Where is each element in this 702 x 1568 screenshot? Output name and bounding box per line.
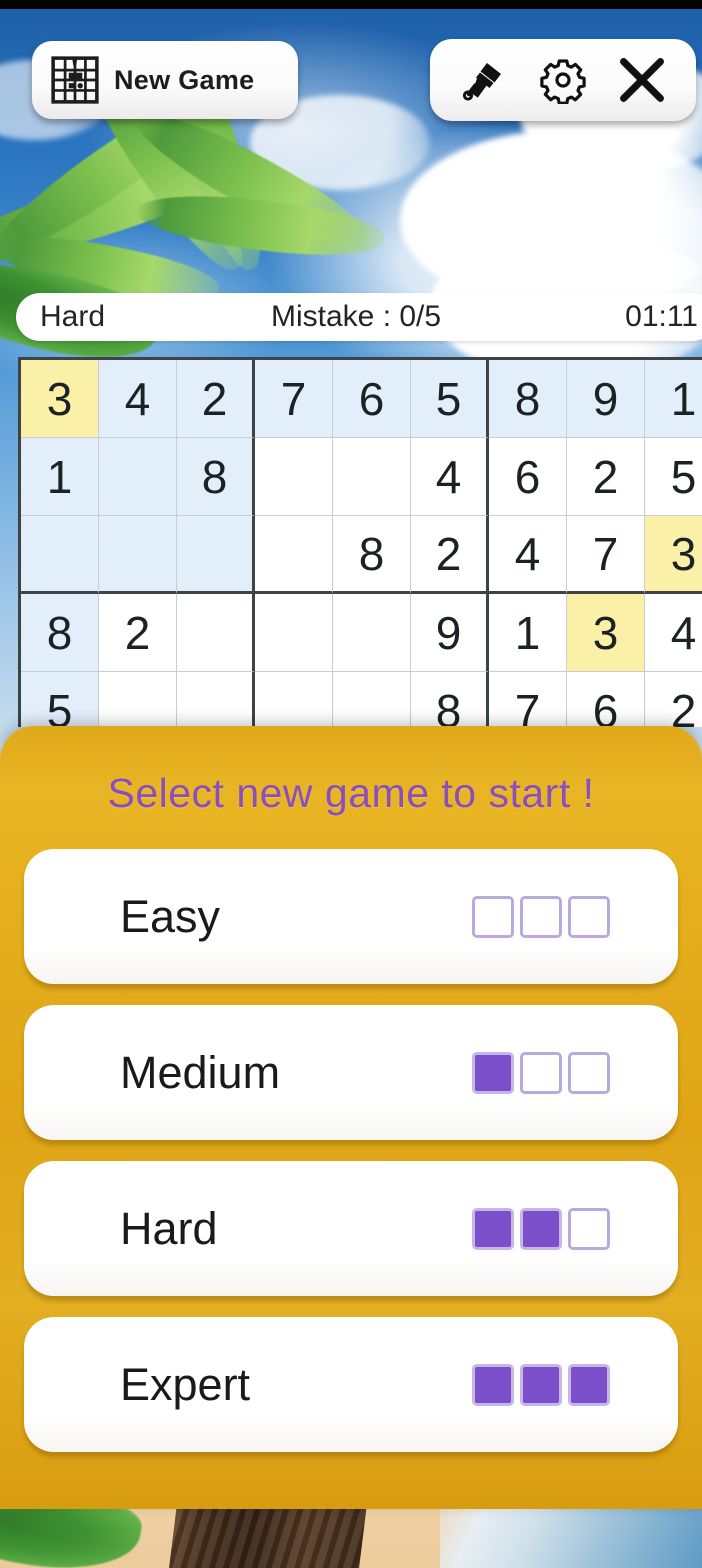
board-cell[interactable] [333, 438, 411, 516]
difficulty-option-label: Expert [120, 1358, 251, 1410]
board-cell[interactable]: 2 [567, 438, 645, 516]
pip-filled [472, 1051, 514, 1094]
board-cell[interactable]: 4 [489, 516, 567, 594]
top-toolbar: New Game [0, 9, 702, 135]
system-status-bar [0, 0, 702, 9]
board-cell[interactable]: 7 [489, 672, 567, 727]
pip-empty [568, 895, 610, 938]
difficulty-label: Hard [40, 300, 106, 333]
board-cell[interactable]: 8 [21, 594, 99, 672]
pip-filled [568, 1363, 610, 1406]
difficulty-option-label: Easy [120, 890, 221, 942]
board-cell[interactable]: 3 [567, 594, 645, 672]
pip-filled [472, 1207, 514, 1250]
board-cell[interactable]: 4 [99, 360, 177, 438]
board-row: 18 4625 [21, 438, 702, 516]
new-game-label: New Game [114, 64, 255, 95]
pip-filled [520, 1363, 562, 1406]
board-cell[interactable]: 4 [645, 594, 702, 672]
board-cell[interactable] [177, 672, 255, 727]
board-cell[interactable]: 2 [645, 672, 702, 727]
board-cell[interactable]: 1 [489, 594, 567, 672]
game-timer: 01:11 [625, 300, 698, 333]
board-cell[interactable]: 1 [21, 438, 99, 516]
board-row: 82 9134 [21, 594, 702, 672]
sudoku-grid-icon [50, 55, 100, 105]
board-cell[interactable]: 7 [255, 360, 333, 438]
board-cell[interactable]: 6 [567, 672, 645, 727]
board-cell[interactable]: 3 [645, 516, 702, 594]
board-cell[interactable]: 8 [411, 672, 489, 727]
difficulty-level-pips [472, 895, 610, 938]
board-cell[interactable]: 9 [567, 360, 645, 438]
pip-empty [472, 895, 514, 938]
board-cell[interactable]: 9 [411, 594, 489, 672]
new-game-button[interactable]: New Game [32, 41, 298, 119]
board-row: 5 8762 [21, 672, 702, 727]
board-cell[interactable]: 8 [333, 516, 411, 594]
mistake-counter: Mistake : 0/5 [271, 300, 442, 333]
difficulty-level-pips [472, 1363, 610, 1406]
board-cell[interactable]: 6 [333, 360, 411, 438]
difficulty-option-expert[interactable]: Expert [24, 1317, 678, 1452]
pip-empty [568, 1207, 610, 1250]
difficulty-level-pips [472, 1207, 610, 1250]
board-cell[interactable]: 6 [489, 438, 567, 516]
board-cell[interactable]: 4 [411, 438, 489, 516]
board-cell[interactable]: 3 [21, 360, 99, 438]
board-cell[interactable] [99, 438, 177, 516]
board-cell[interactable]: 5 [411, 360, 489, 438]
board-cell[interactable] [99, 672, 177, 727]
board-cell[interactable]: 2 [177, 360, 255, 438]
board-cell[interactable]: 8 [177, 438, 255, 516]
board-cell[interactable]: 7 [567, 516, 645, 594]
pip-empty [568, 1051, 610, 1094]
difficulty-level-pips [472, 1051, 610, 1094]
pip-empty [520, 1051, 562, 1094]
board-cell[interactable] [99, 516, 177, 594]
board-cell[interactable]: 5 [21, 672, 99, 727]
board-cell[interactable] [333, 594, 411, 672]
board-cell[interactable]: 8 [489, 360, 567, 438]
pip-filled [472, 1363, 514, 1406]
board-cell[interactable] [255, 594, 333, 672]
board-row: 82473 [21, 516, 702, 594]
board-cell[interactable] [177, 516, 255, 594]
difficulty-option-hard[interactable]: Hard [24, 1161, 678, 1296]
board-cell[interactable] [255, 516, 333, 594]
close-icon[interactable] [614, 52, 670, 108]
difficulty-option-list: Easy Medium Hard Expert [24, 849, 678, 1473]
board-cell[interactable] [255, 438, 333, 516]
dialog-title: Select new game to start ! [107, 770, 595, 816]
board-cell[interactable]: 2 [99, 594, 177, 672]
board-cell[interactable] [21, 516, 99, 594]
new-game-dialog: Select new game to start ! Easy Medium Har… [0, 726, 702, 1509]
board-cell[interactable]: 5 [645, 438, 702, 516]
gear-icon[interactable] [535, 52, 591, 108]
pip-filled [520, 1207, 562, 1250]
board-cell[interactable] [255, 672, 333, 727]
board-cell[interactable] [177, 594, 255, 672]
board-cell[interactable]: 2 [411, 516, 489, 594]
sudoku-board[interactable]: 3427658911846258247382913458762 [18, 357, 702, 727]
game-info-bar: Hard Mistake : 0/5 01:11 [16, 293, 702, 341]
board-cell[interactable] [333, 672, 411, 727]
difficulty-option-medium[interactable]: Medium [24, 1005, 678, 1140]
board-row: 342765891 [21, 360, 702, 438]
difficulty-option-label: Hard [120, 1202, 218, 1254]
tools-panel [430, 39, 696, 121]
board-cell[interactable]: 1 [645, 360, 702, 438]
paintbrush-icon[interactable] [456, 52, 512, 108]
pip-empty [520, 895, 562, 938]
difficulty-option-easy[interactable]: Easy [24, 849, 678, 984]
difficulty-option-label: Medium [120, 1046, 281, 1098]
